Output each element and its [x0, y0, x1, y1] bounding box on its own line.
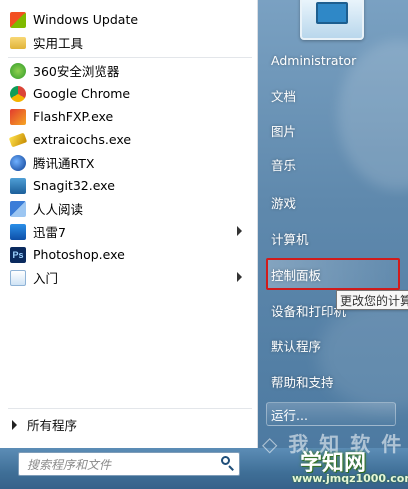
menu-item-pictures[interactable]: 图片 [271, 118, 296, 142]
folder-icon [10, 36, 26, 49]
flashfxp-icon [10, 108, 26, 125]
monitor-icon [316, 2, 348, 24]
separator [8, 57, 252, 58]
user-picture[interactable] [300, 0, 364, 40]
rtx-icon [10, 154, 26, 171]
programs-pane: Windows Update 实用工具 360安全浏览器 Google Chro… [0, 0, 258, 448]
menu-item-computer[interactable]: 计算机 [271, 226, 309, 250]
menu-item-control-panel[interactable]: 控制面板 [271, 262, 321, 286]
menu-item-documents[interactable]: 文档 [271, 83, 296, 107]
program-folder-tools[interactable]: 实用工具 [2, 31, 256, 54]
menu-item-music[interactable]: 音乐 [271, 152, 296, 176]
program-thunder[interactable]: 迅雷7 [2, 220, 256, 243]
program-photoshop[interactable]: Ps Photoshop.exe [2, 243, 256, 266]
menu-item-games[interactable]: 游戏 [271, 190, 296, 214]
program-getting-started[interactable]: 入门 [2, 266, 256, 289]
submenu-arrow-icon [237, 272, 242, 282]
watermark-url: www.jmqz1000.com [292, 472, 408, 485]
program-360-browser[interactable]: 360安全浏览器 [2, 59, 256, 82]
program-flashfxp[interactable]: FlashFXP.exe [2, 105, 256, 128]
snagit-icon [10, 177, 26, 194]
expand-arrow-icon [12, 419, 17, 430]
getting-started-icon [10, 269, 26, 286]
windows-update-icon [10, 11, 26, 28]
search-placeholder: 搜索程序和文件 [27, 457, 112, 472]
chrome-icon [10, 85, 26, 102]
search-icon[interactable] [217, 453, 239, 475]
extraicochs-icon [8, 132, 28, 147]
menu-item-help-support[interactable]: 帮助和支持 [271, 369, 334, 393]
program-renren-reader[interactable]: 人人阅读 [2, 197, 256, 220]
search-input[interactable]: 搜索程序和文件 [18, 452, 240, 476]
tooltip: 更改您的计算 [336, 290, 408, 310]
run-button[interactable]: 运行... [266, 402, 396, 426]
photoshop-icon: Ps [10, 246, 26, 263]
program-google-chrome[interactable]: Google Chrome [2, 82, 256, 105]
program-snagit[interactable]: Snagit32.exe [2, 174, 256, 197]
thunder-icon [10, 223, 26, 240]
menu-item-default-programs[interactable]: 默认程序 [271, 333, 321, 357]
program-extraicochs[interactable]: extraicochs.exe [2, 128, 256, 151]
all-programs-button[interactable]: 所有程序 [12, 415, 77, 434]
menu-item-devices-printers[interactable]: 设备和打印机 [271, 298, 346, 322]
reader-icon [10, 200, 26, 217]
program-rtx[interactable]: 腾讯通RTX [2, 151, 256, 174]
submenu-arrow-icon [237, 226, 242, 236]
separator [8, 408, 252, 409]
program-windows-update[interactable]: Windows Update [2, 8, 256, 31]
menu-item-administrator[interactable]: Administrator [271, 48, 356, 72]
browser-360-icon [10, 62, 26, 79]
